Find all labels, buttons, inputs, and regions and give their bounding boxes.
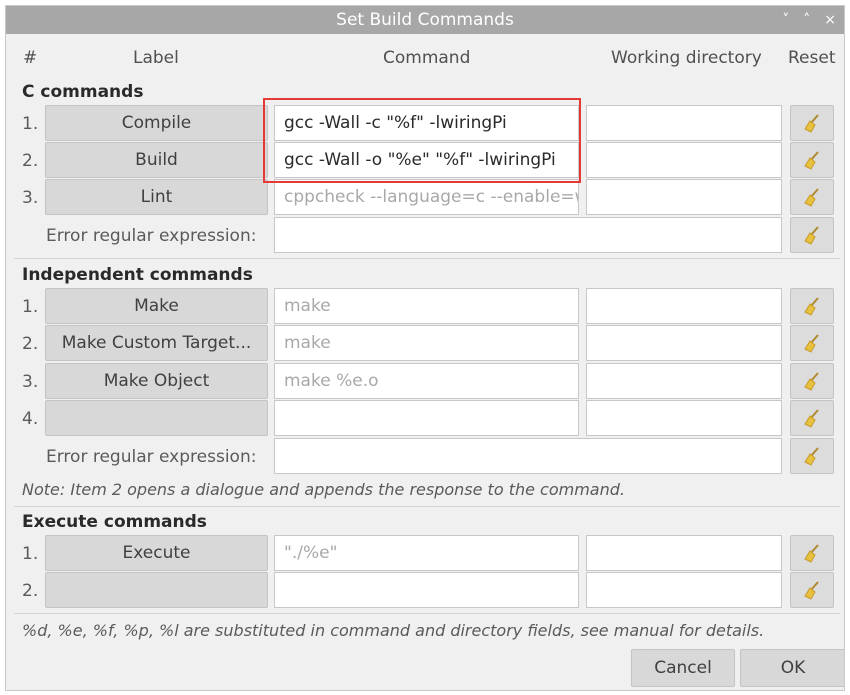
broom-icon	[804, 447, 819, 466]
execute-commands-title: Execute commands	[22, 512, 207, 532]
make-reset-button[interactable]	[790, 288, 834, 324]
separator	[14, 613, 840, 614]
compile-label-button[interactable]: Compile	[45, 105, 268, 141]
independent-commands-title: Independent commands	[22, 265, 253, 285]
broom-icon	[804, 151, 819, 170]
row-number: 2.	[22, 581, 39, 601]
header-reset: Reset	[788, 48, 836, 68]
build-reset-button[interactable]	[790, 142, 834, 178]
execute-item-2-workdir-input[interactable]	[586, 572, 782, 608]
lint-label-button[interactable]: Lint	[45, 179, 268, 215]
make-custom-target-command-input[interactable]: make	[274, 325, 579, 361]
row-number: 1.	[22, 114, 39, 134]
c-error-regex-reset-button[interactable]	[790, 217, 834, 253]
build-workdir-input[interactable]	[586, 142, 782, 178]
independent-error-regex-reset-button[interactable]	[790, 438, 834, 474]
make-custom-target-workdir-input[interactable]	[586, 325, 782, 361]
broom-icon	[804, 581, 819, 600]
make-label-button[interactable]: Make	[45, 288, 268, 324]
row-number: 1.	[22, 297, 39, 317]
broom-icon	[804, 226, 819, 245]
header-number: #	[23, 48, 38, 68]
broom-icon	[804, 409, 819, 428]
header-working-directory: Working directory	[611, 48, 762, 68]
footer-note: %d, %e, %f, %p, %l are substituted in co…	[22, 621, 765, 640]
c-error-regex-label: Error regular expression:	[46, 226, 257, 246]
make-object-workdir-input[interactable]	[586, 363, 782, 399]
execute-item-2-command-input[interactable]	[274, 572, 579, 608]
c-commands-title: C commands	[22, 82, 144, 102]
header-label: Label	[133, 48, 179, 68]
row-number: 3.	[22, 372, 39, 392]
header-command: Command	[383, 48, 471, 68]
execute-workdir-input[interactable]	[586, 535, 782, 571]
row-number: 1.	[22, 544, 39, 564]
row-number: 2.	[22, 151, 39, 171]
execute-reset-button[interactable]	[790, 535, 834, 571]
lint-command-input[interactable]: cppcheck --language=c --enable=w	[274, 179, 579, 215]
compile-workdir-input[interactable]	[586, 105, 782, 141]
close-icon[interactable]: ×	[824, 6, 836, 34]
broom-icon	[804, 544, 819, 563]
lint-reset-button[interactable]	[790, 179, 834, 215]
broom-icon	[804, 334, 819, 353]
independent-item-4-command-input[interactable]	[274, 400, 579, 436]
execute-label-button[interactable]: Execute	[45, 535, 268, 571]
make-object-label-button[interactable]: Make Object	[45, 363, 268, 399]
execute-item-2-label-button[interactable]	[45, 572, 268, 608]
independent-item-4-workdir-input[interactable]	[586, 400, 782, 436]
row-number: 2.	[22, 334, 39, 354]
ok-button[interactable]: OK	[740, 649, 844, 687]
highlight-box	[263, 98, 581, 183]
row-number: 3.	[22, 188, 39, 208]
broom-icon	[804, 188, 819, 207]
execute-command-input[interactable]: "./%e"	[274, 535, 579, 571]
broom-icon	[804, 297, 819, 316]
title-bar: Set Build Commands ˅ ˄ ×	[6, 6, 844, 34]
window-title: Set Build Commands	[336, 10, 514, 30]
independent-error-regex-label: Error regular expression:	[46, 447, 257, 467]
independent-item-4-reset-button[interactable]	[790, 400, 834, 436]
separator	[14, 506, 840, 507]
separator	[14, 258, 840, 259]
make-command-input[interactable]: make	[274, 288, 579, 324]
make-object-reset-button[interactable]	[790, 363, 834, 399]
row-number: 4.	[22, 409, 39, 429]
independent-error-regex-input[interactable]	[274, 438, 782, 474]
execute-item-2-reset-button[interactable]	[790, 572, 834, 608]
minimize-icon[interactable]: ˅	[782, 6, 789, 34]
lint-workdir-input[interactable]	[586, 179, 782, 215]
independent-note: Note: Item 2 opens a dialogue and append…	[22, 480, 625, 499]
broom-icon	[804, 372, 819, 391]
set-build-commands-dialog: Set Build Commands ˅ ˄ × # Label Command…	[5, 5, 845, 691]
compile-reset-button[interactable]	[790, 105, 834, 141]
maximize-icon[interactable]: ˄	[803, 6, 810, 34]
make-custom-target-reset-button[interactable]	[790, 325, 834, 361]
broom-icon	[804, 114, 819, 133]
cancel-button[interactable]: Cancel	[631, 649, 735, 687]
make-custom-target-label-button[interactable]: Make Custom Target...	[45, 325, 268, 361]
independent-item-4-label-button[interactable]	[45, 400, 268, 436]
build-label-button[interactable]: Build	[45, 142, 268, 178]
make-object-command-input[interactable]: make %e.o	[274, 363, 579, 399]
make-workdir-input[interactable]	[586, 288, 782, 324]
c-error-regex-input[interactable]	[274, 217, 782, 253]
